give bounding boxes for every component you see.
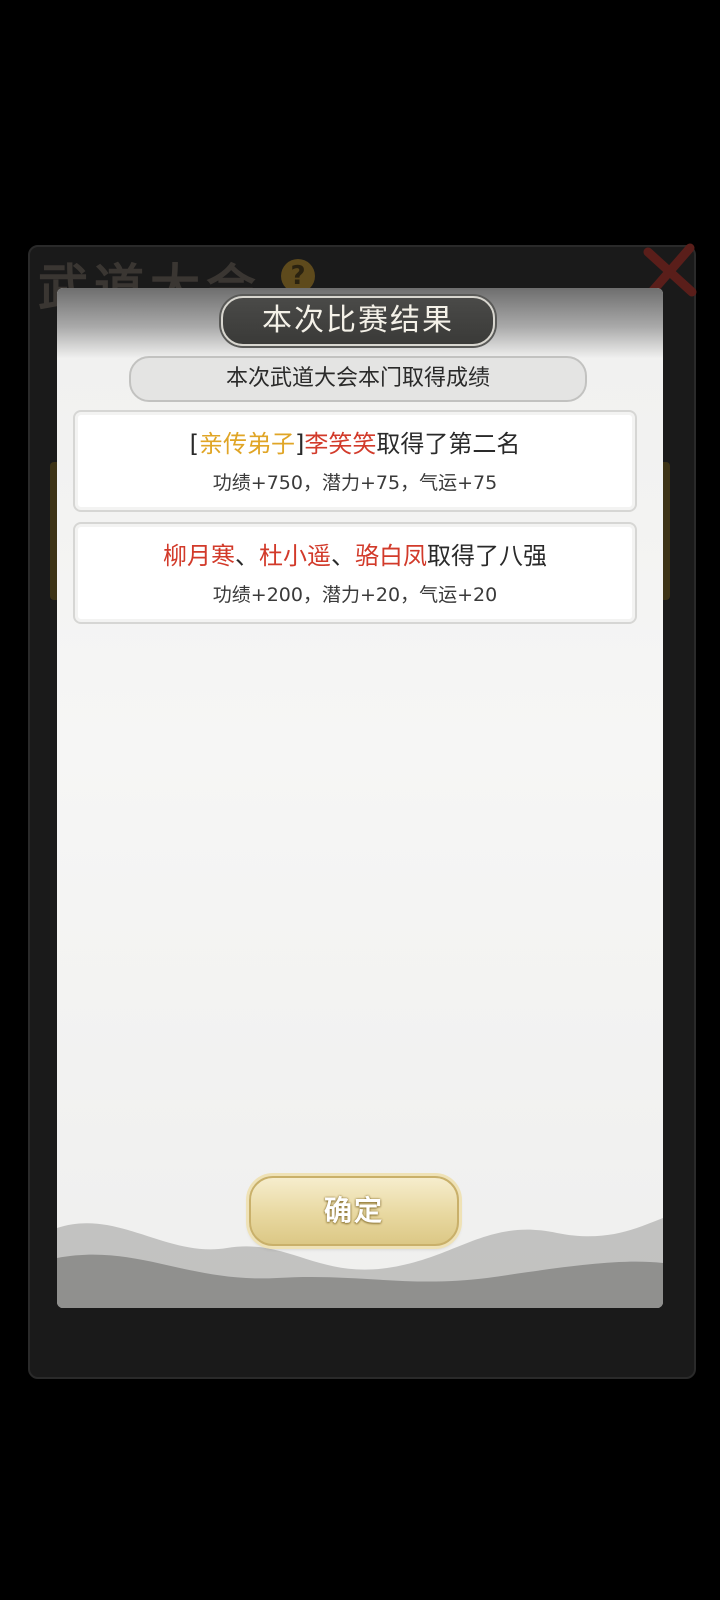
result-rewards: 功绩+200，潜力+20，气运+20 xyxy=(212,584,498,606)
disciple-rank-label: 亲传弟子 xyxy=(199,430,295,458)
result-headline: 柳月寒、杜小遥、骆白凤取得了八强 xyxy=(75,536,635,571)
modal-subtitle: 本次武道大会本门取得成绩 xyxy=(129,356,587,402)
result-card: 柳月寒、杜小遥、骆白凤取得了八强 功绩+200，潜力+20，气运+20 xyxy=(73,522,637,624)
result-achievement: 取得了八强 xyxy=(427,542,547,570)
result-rewards: 功绩+750，潜力+75，气运+75 xyxy=(212,472,498,494)
result-headline: [亲传弟子]李笑笑取得了第二名 xyxy=(75,424,635,459)
result-achievement: 取得了第二名 xyxy=(376,430,521,458)
headline-bracket-close: ] xyxy=(295,430,305,458)
name-separator: 、 xyxy=(331,542,355,570)
result-card: [亲传弟子]李笑笑取得了第二名 功绩+750，潜力+75，气运+75 xyxy=(73,410,637,512)
disciple-name: 骆白凤 xyxy=(355,542,427,570)
headline-bracket-open: [ xyxy=(189,430,199,458)
disciple-name: 李笑笑 xyxy=(304,430,377,458)
confirm-button[interactable]: 确定 xyxy=(249,1176,459,1246)
result-modal: 本次比赛结果 本次武道大会本门取得成绩 [亲传弟子]李笑笑取得了第二名 功绩+7… xyxy=(57,288,663,1308)
name-separator: 、 xyxy=(235,542,259,570)
disciple-name: 柳月寒 xyxy=(163,542,235,570)
disciple-name: 杜小遥 xyxy=(259,542,331,570)
modal-title: 本次比赛结果 xyxy=(221,296,495,346)
